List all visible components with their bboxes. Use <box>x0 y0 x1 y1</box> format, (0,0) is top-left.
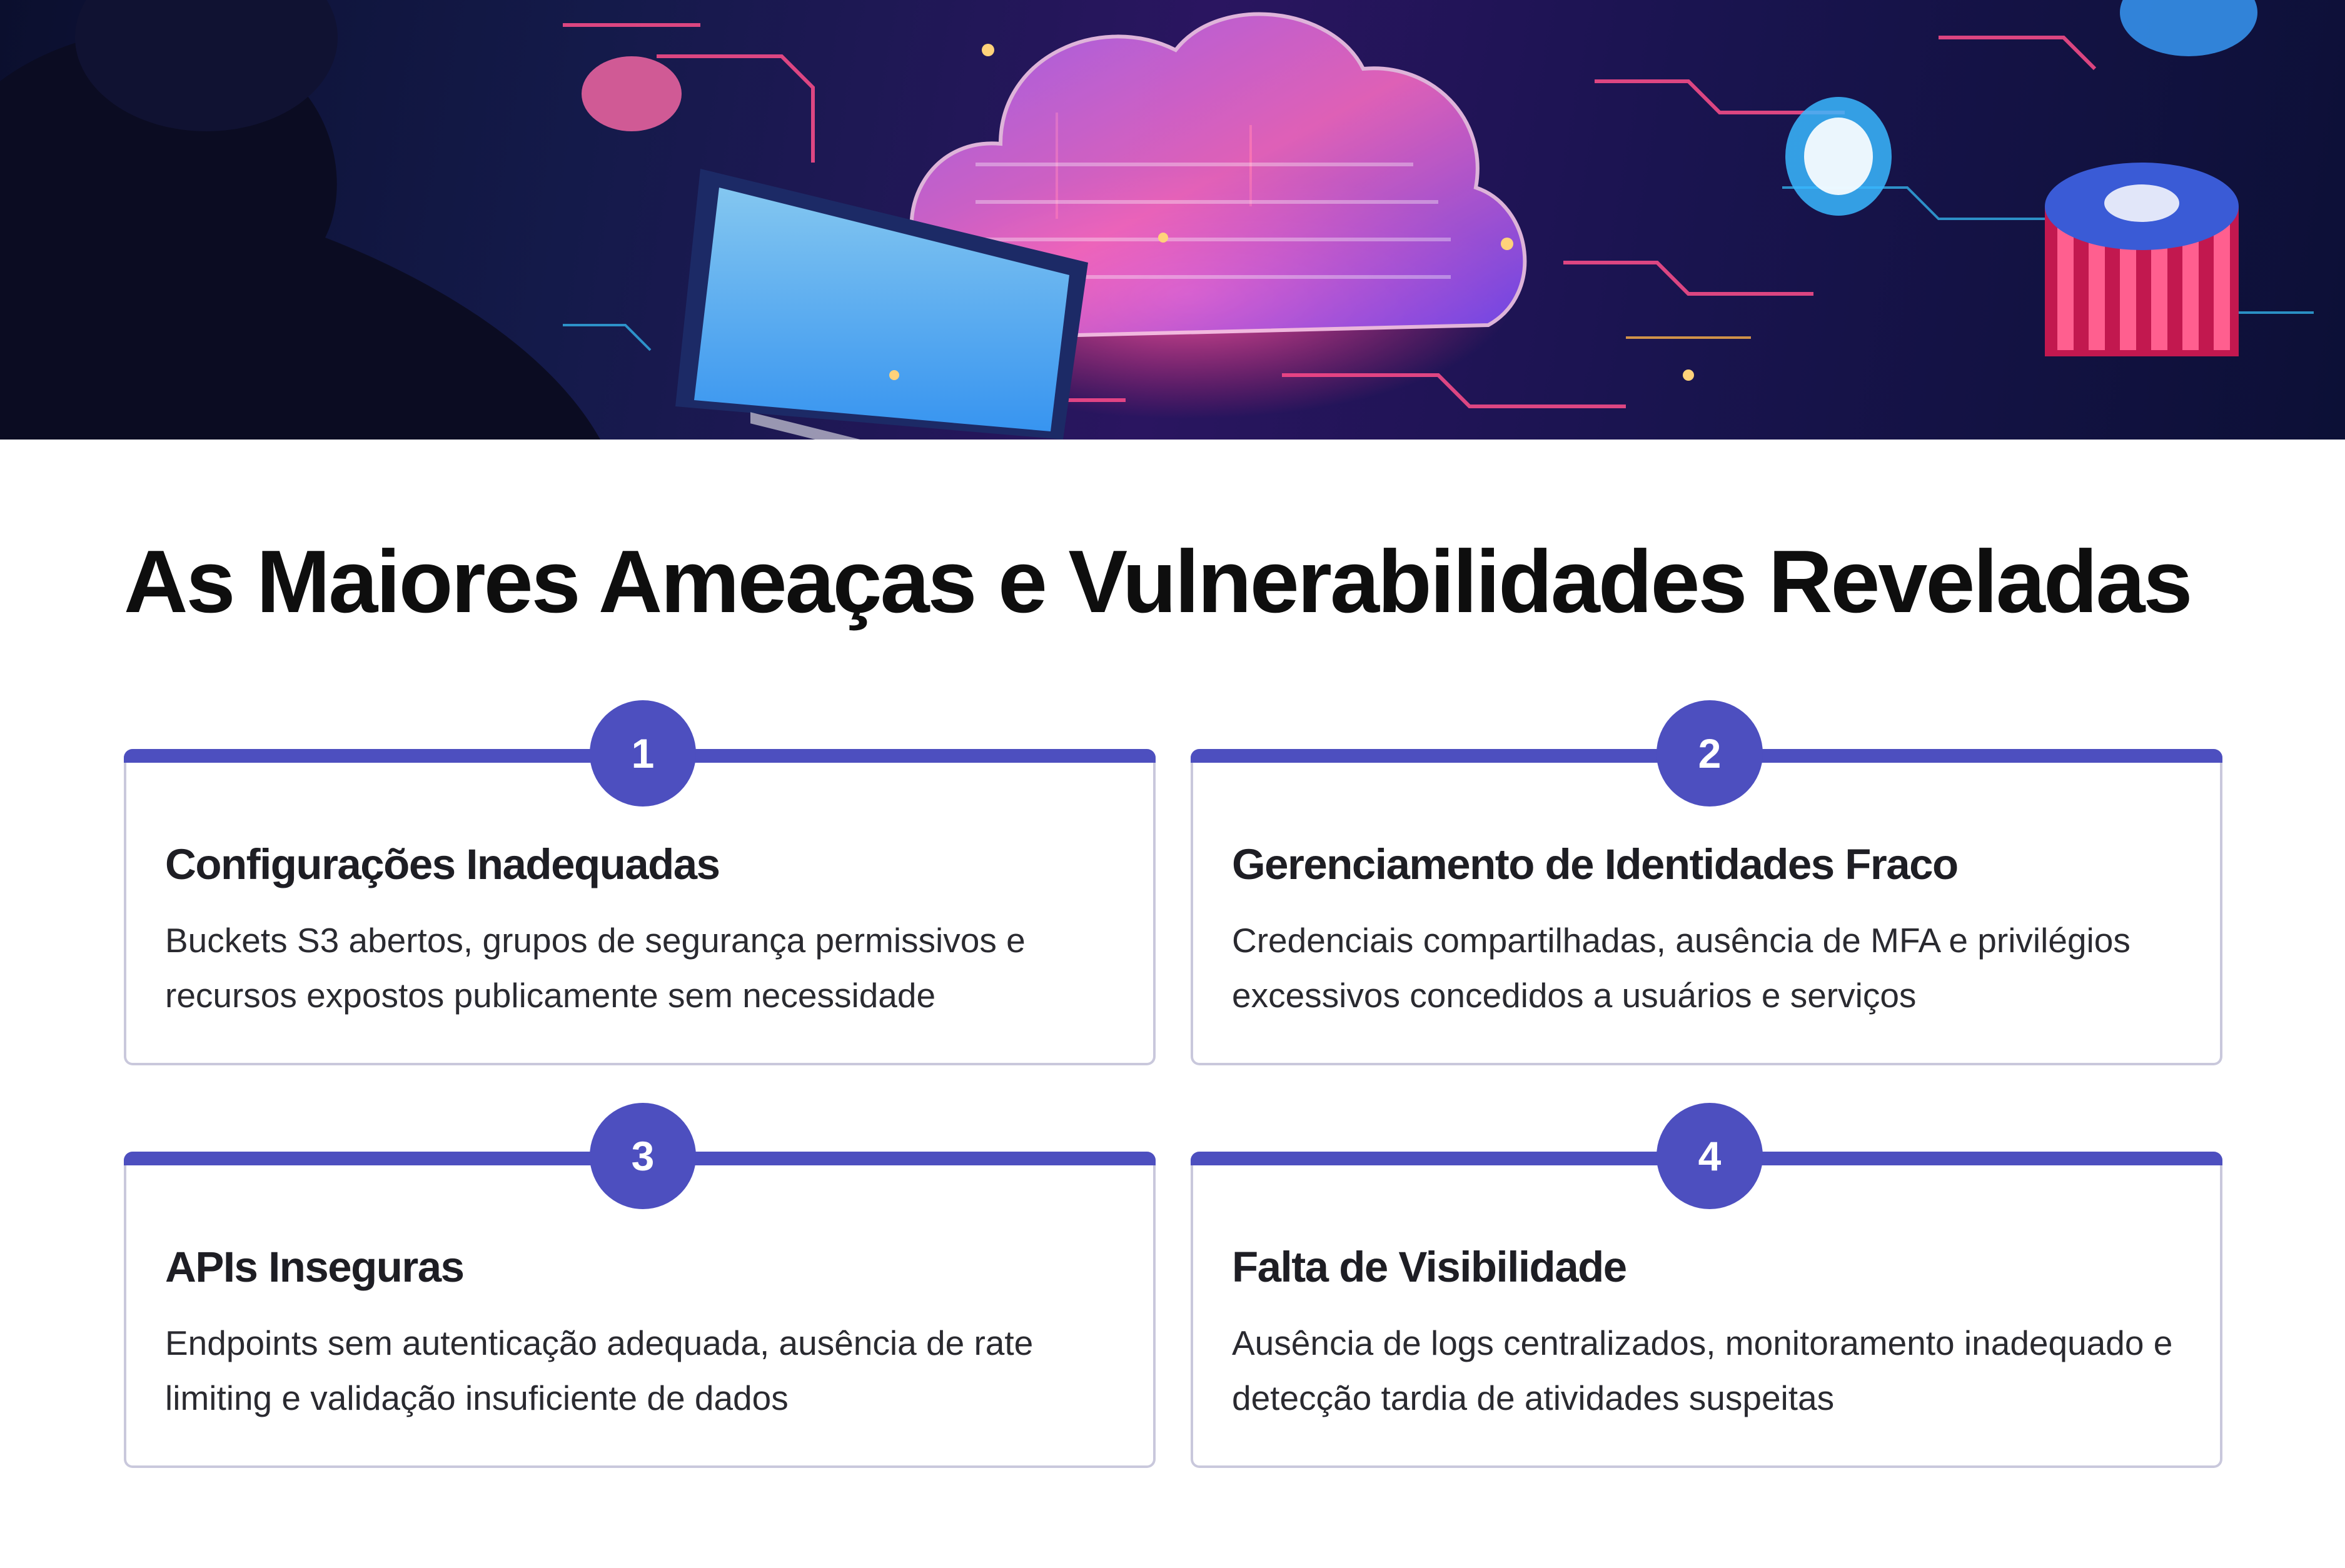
number-badge: 1 <box>590 700 696 807</box>
threat-card-1: 1 Configurações Inadequadas Buckets S3 a… <box>124 700 1156 1065</box>
card-description: Buckets S3 abertos, grupos de segurança … <box>165 921 1026 1015</box>
card-description: Endpoints sem autenticação adequada, aus… <box>165 1324 1034 1417</box>
card-description: Credenciais compartilhadas, ausência de … <box>1232 921 2131 1015</box>
number-badge: 2 <box>1657 700 1763 807</box>
page-title: As Maiores Ameaças e Vulnerabilidades Re… <box>124 532 2192 631</box>
number-badge: 4 <box>1657 1103 1763 1209</box>
card-title: Falta de Visibilidade <box>1232 1243 1627 1291</box>
page: As Maiores Ameaças e Vulnerabilidades Re… <box>0 0 2345 1568</box>
card-title: APIs Inseguras <box>165 1243 465 1291</box>
cloud-security-illustration <box>0 0 2314 440</box>
card-title: Configurações Inadequadas <box>165 840 720 888</box>
number-badge: 3 <box>590 1103 696 1209</box>
hero-banner-image <box>0 0 2345 440</box>
threat-card-2: 2 Gerenciamento de Identidades Fraco Cre… <box>1191 700 2222 1065</box>
threat-card-4: 4 Falta de Visibilidade Ausência de logs… <box>1191 1103 2222 1468</box>
card-title: Gerenciamento de Identidades Fraco <box>1232 840 1959 888</box>
card-description: Ausência de logs centralizados, monitora… <box>1232 1324 2173 1417</box>
threat-card-3: 3 APIs Inseguras Endpoints sem autentica… <box>124 1103 1156 1468</box>
